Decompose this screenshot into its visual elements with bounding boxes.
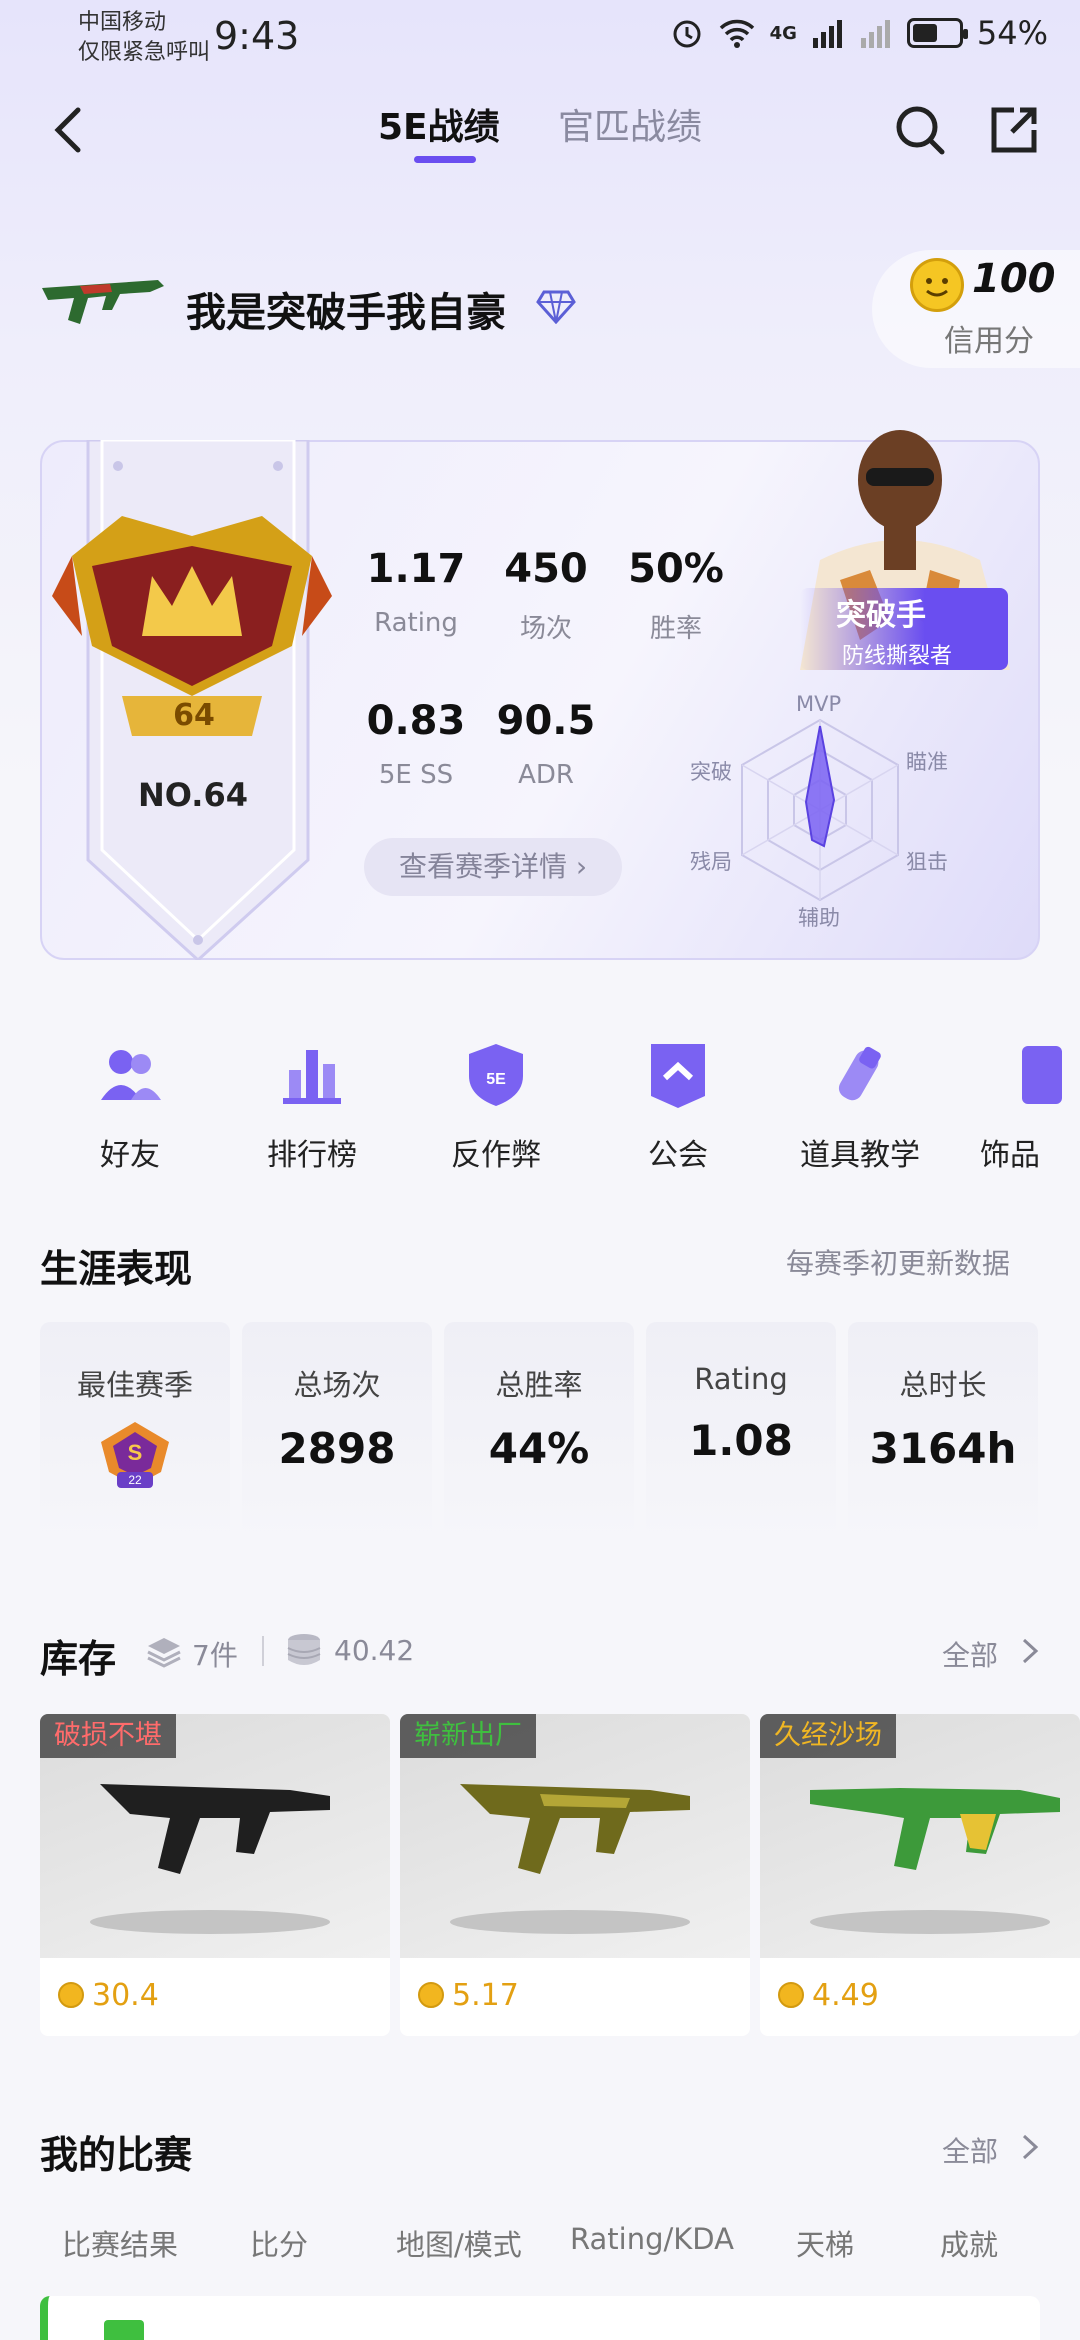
- leaderboard-icon: [283, 1050, 341, 1104]
- stat-matches-label: 场次: [519, 614, 572, 644]
- battery-percent: 54%: [976, 14, 1048, 52]
- alarm-icon: [673, 20, 701, 48]
- stat-winrate-label: 胜率: [649, 614, 702, 644]
- inventory-count: 7件: [192, 1639, 238, 1672]
- clock: 9:43: [214, 14, 300, 58]
- smile-icon: [910, 258, 964, 312]
- stat-adr-value: 90.5: [496, 698, 596, 744]
- shortcut-friends[interactable]: 好友: [60, 1040, 200, 1174]
- radar-label-breach: 突破: [690, 760, 732, 784]
- season-badge-icon: S 22: [101, 1422, 169, 1488]
- layers-icon: [147, 1638, 181, 1668]
- win-badge: [104, 2320, 144, 2340]
- item-price: 5.17: [452, 1978, 519, 2013]
- back-icon[interactable]: [40, 100, 100, 160]
- stat-ss-label: 5E SS: [378, 760, 454, 790]
- guild-icon: [651, 1044, 705, 1108]
- career-total-time[interactable]: 总时长 3164h: [848, 1322, 1038, 1548]
- shield-icon: 5E: [469, 1044, 523, 1106]
- network-type: 4G: [769, 22, 797, 44]
- match-row[interactable]: [40, 2296, 1040, 2340]
- tab-5e-record[interactable]: 5E战绩: [378, 100, 500, 156]
- credit-score-label: 信用分: [944, 324, 1034, 359]
- shortcut-anticheat[interactable]: 5E 反作弊: [426, 1040, 566, 1174]
- chevron-right-icon[interactable]: [1018, 2132, 1042, 2162]
- item-price: 30.4: [92, 1978, 159, 2013]
- divider: [262, 1636, 264, 1666]
- column-header-result: 比赛结果: [62, 2228, 179, 2262]
- radar-label-clutch: 残局: [690, 850, 732, 874]
- search-icon[interactable]: [890, 100, 950, 160]
- season-badge-number: 22: [128, 1473, 142, 1487]
- stat-winrate-value: 50%: [628, 546, 724, 592]
- inventory-all-link[interactable]: 全部: [942, 1634, 998, 1674]
- radar-label-mvp: MVP: [796, 692, 842, 716]
- column-header-rating: Rating/KDA: [570, 2222, 734, 2256]
- item-price: 4.49: [812, 1978, 879, 2013]
- career-note: 每赛季初更新数据: [786, 1247, 1011, 1280]
- column-header-score: 比分: [250, 2228, 309, 2262]
- radar-label-aim: 瞄准: [906, 750, 948, 774]
- column-header-map: 地图/模式: [396, 2228, 522, 2262]
- condition-tag: 破损不堪: [40, 1714, 176, 1758]
- career-total-matches[interactable]: 总场次 2898: [242, 1322, 432, 1548]
- battery-icon: [906, 18, 968, 48]
- diamond-icon: [536, 290, 576, 324]
- radar-label-sniper: 狙击: [906, 850, 948, 874]
- tab-active-indicator: [414, 156, 476, 163]
- grenade-icon: [838, 1046, 881, 1101]
- stat-rating-value: 1.17: [366, 546, 466, 592]
- condition-tag: 久经沙场: [760, 1714, 896, 1758]
- coin-icon: [418, 1982, 444, 2008]
- hero-name: 突破手: [836, 598, 926, 633]
- wifi-icon: [719, 19, 754, 48]
- inventory-item[interactable]: 久经沙场 4.49: [760, 1714, 1080, 2036]
- shortcut-leaderboard[interactable]: 排行榜: [242, 1040, 382, 1174]
- carrier-info: 中国移动 仅限紧急呼叫: [78, 10, 211, 65]
- skins-icon: [1022, 1046, 1062, 1104]
- season-detail-button[interactable]: 查看赛季详情 ›: [364, 838, 622, 896]
- shortcut-skins[interactable]: 饰品: [960, 1040, 1080, 1174]
- column-header-ladder: 天梯: [796, 2228, 855, 2262]
- column-header-achievement: 成就: [940, 2228, 999, 2262]
- svg-text:S: S: [128, 1440, 143, 1465]
- svg-text:5E: 5E: [486, 1071, 506, 1088]
- coin-icon: [778, 1982, 804, 2008]
- friends-icon: [101, 1050, 161, 1100]
- tab-official-record[interactable]: 官匹战绩: [558, 100, 702, 156]
- rank-number: NO.64: [138, 776, 248, 814]
- share-icon[interactable]: [984, 100, 1044, 160]
- inventory-item[interactable]: 崭新出厂 5.17: [400, 1714, 750, 2036]
- coin-stack-icon: [287, 1634, 321, 1665]
- radar-chart: [741, 718, 899, 902]
- inventory-title: 库存: [40, 1637, 117, 1681]
- shortcut-grenade-tutorial[interactable]: 道具教学: [790, 1040, 930, 1174]
- chevron-right-icon: ›: [575, 850, 588, 883]
- matches-all-link[interactable]: 全部: [942, 2130, 998, 2170]
- credit-score: 100: [972, 256, 1056, 302]
- rank-level: 64: [173, 698, 215, 733]
- career-rating[interactable]: Rating 1.08: [646, 1322, 836, 1548]
- shortcut-guild[interactable]: 公会: [608, 1040, 748, 1174]
- coin-icon: [58, 1982, 84, 2008]
- stat-rating-label: Rating: [374, 608, 458, 638]
- username: 我是突破手我自豪: [186, 290, 506, 336]
- radar-label-support: 辅助: [798, 906, 840, 930]
- career-title: 生涯表现: [40, 1247, 193, 1291]
- matches-title: 我的比赛: [40, 2133, 193, 2177]
- inventory-value: 40.42: [334, 1634, 415, 1667]
- inventory-item[interactable]: 破损不堪 30.4: [40, 1714, 390, 2036]
- signal-off-icon: [860, 20, 890, 48]
- stat-matches-value: 450: [504, 546, 588, 592]
- status-bar: 中国移动 仅限紧急呼叫 9:43 4G 54%: [0, 0, 1080, 80]
- career-best-season[interactable]: 最佳赛季 S 22: [40, 1322, 230, 1548]
- chevron-right-icon[interactable]: [1018, 1636, 1042, 1666]
- stat-adr-label: ADR: [518, 760, 574, 790]
- hero-title: 防线撕裂者: [842, 644, 953, 669]
- weapon-avatar-icon[interactable]: [40, 266, 170, 342]
- condition-tag: 崭新出厂: [400, 1714, 536, 1758]
- signal-icon: [812, 20, 842, 48]
- career-total-winrate[interactable]: 总胜率 44%: [444, 1322, 634, 1548]
- stat-ss-value: 0.83: [366, 698, 466, 744]
